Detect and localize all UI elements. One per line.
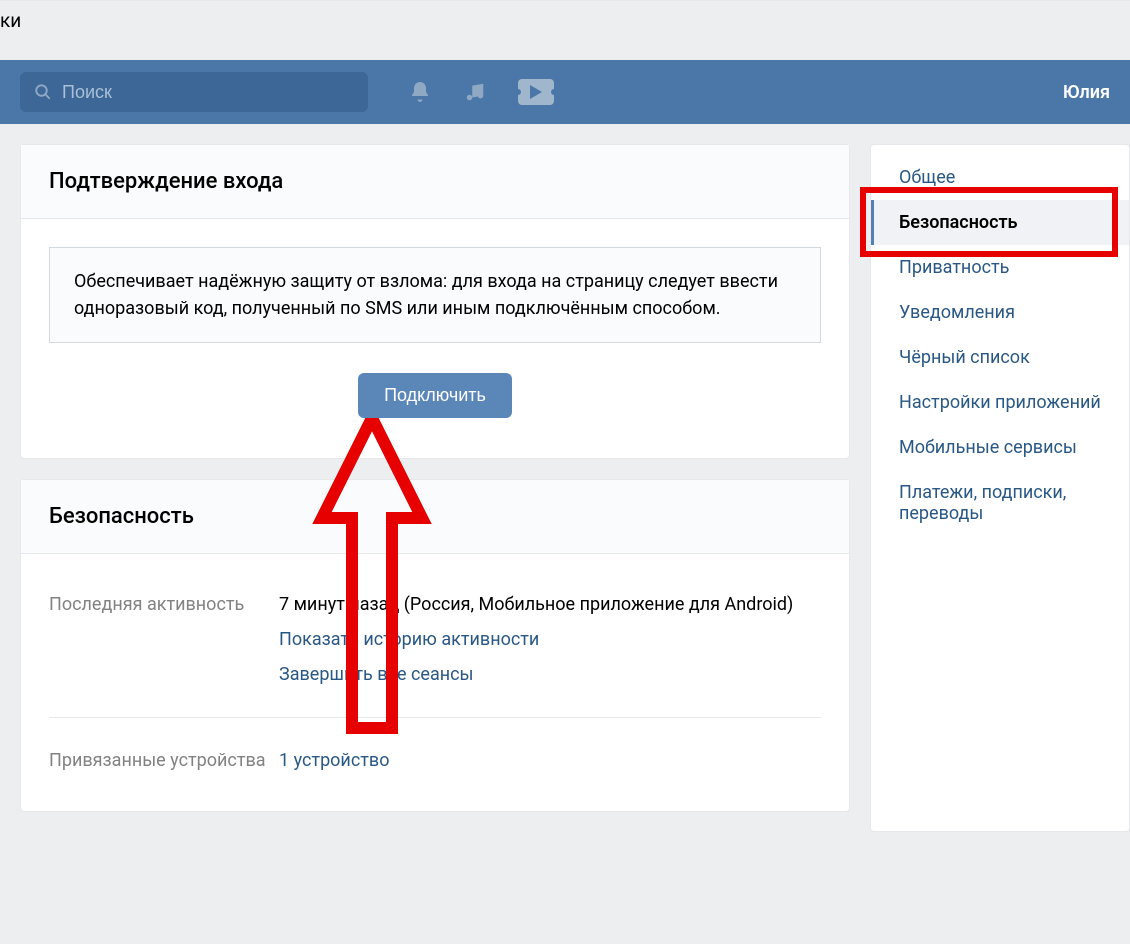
panel-security: Безопасность Последняя активность 7 мину… <box>20 479 850 812</box>
username-label[interactable]: Юлия <box>1063 82 1110 103</box>
panel-body-confirm: Обеспечивает надёжную защиту от взлома: … <box>21 219 849 458</box>
settings-sidebar: Общее Безопасность Приватность Уведомлен… <box>870 144 1130 832</box>
browser-top-strip: ки <box>0 0 1130 60</box>
sidebar-item-security[interactable]: Безопасность <box>871 200 1129 245</box>
panel-login-confirmation: Подтверждение входа Обеспечивает надёжну… <box>20 144 850 459</box>
content-wrap: Подтверждение входа Обеспечивает надёжну… <box>0 124 1130 832</box>
row-devices: Привязанные устройства 1 устройство <box>49 738 821 783</box>
divider <box>49 717 821 718</box>
show-history-link[interactable]: Показать историю активности <box>279 629 793 650</box>
connect-button[interactable]: Подключить <box>358 373 512 418</box>
sidebar-item-notifications[interactable]: Уведомления <box>871 290 1129 335</box>
top-strip-text: ки <box>0 9 21 32</box>
panel-header-confirm: Подтверждение входа <box>21 145 849 219</box>
last-activity-value: 7 минут назад (Россия, Мобильное приложе… <box>279 594 793 615</box>
sidebar-item-mobile[interactable]: Мобильные сервисы <box>871 425 1129 470</box>
end-sessions-link[interactable]: Завершить все сеансы <box>279 664 793 685</box>
last-activity-label: Последняя активность <box>49 594 279 685</box>
panel-title-security: Безопасность <box>49 504 821 529</box>
search-input[interactable] <box>62 82 354 103</box>
sidebar-item-privacy[interactable]: Приватность <box>871 245 1129 290</box>
sidebar-item-blacklist[interactable]: Чёрный список <box>871 335 1129 380</box>
site-header: Юлия <box>0 60 1130 124</box>
devices-label: Привязанные устройства <box>49 750 279 771</box>
search-box[interactable] <box>20 72 368 112</box>
panel-title-confirm: Подтверждение входа <box>49 169 821 194</box>
info-box: Обеспечивает надёжную защиту от взлома: … <box>49 247 821 343</box>
last-activity-content: 7 минут назад (Россия, Мобильное приложе… <box>279 594 793 685</box>
panel-body-security: Последняя активность 7 минут назад (Росс… <box>21 554 849 811</box>
row-last-activity: Последняя активность 7 минут назад (Росс… <box>49 582 821 697</box>
sidebar-item-app-settings[interactable]: Настройки приложений <box>871 380 1129 425</box>
panel-header-security: Безопасность <box>21 480 849 554</box>
main-column: Подтверждение входа Обеспечивает надёжну… <box>20 144 850 832</box>
search-icon <box>34 83 52 101</box>
sidebar-item-general[interactable]: Общее <box>871 155 1129 200</box>
bell-icon[interactable] <box>408 80 432 104</box>
play-badge-icon[interactable] <box>518 79 554 105</box>
music-icon[interactable] <box>464 81 486 103</box>
devices-content: 1 устройство <box>279 750 389 771</box>
sidebar-item-payments[interactable]: Платежи, подписки, переводы <box>871 470 1129 536</box>
header-left <box>20 72 554 112</box>
header-icons <box>408 79 554 105</box>
devices-link[interactable]: 1 устройство <box>279 750 389 771</box>
